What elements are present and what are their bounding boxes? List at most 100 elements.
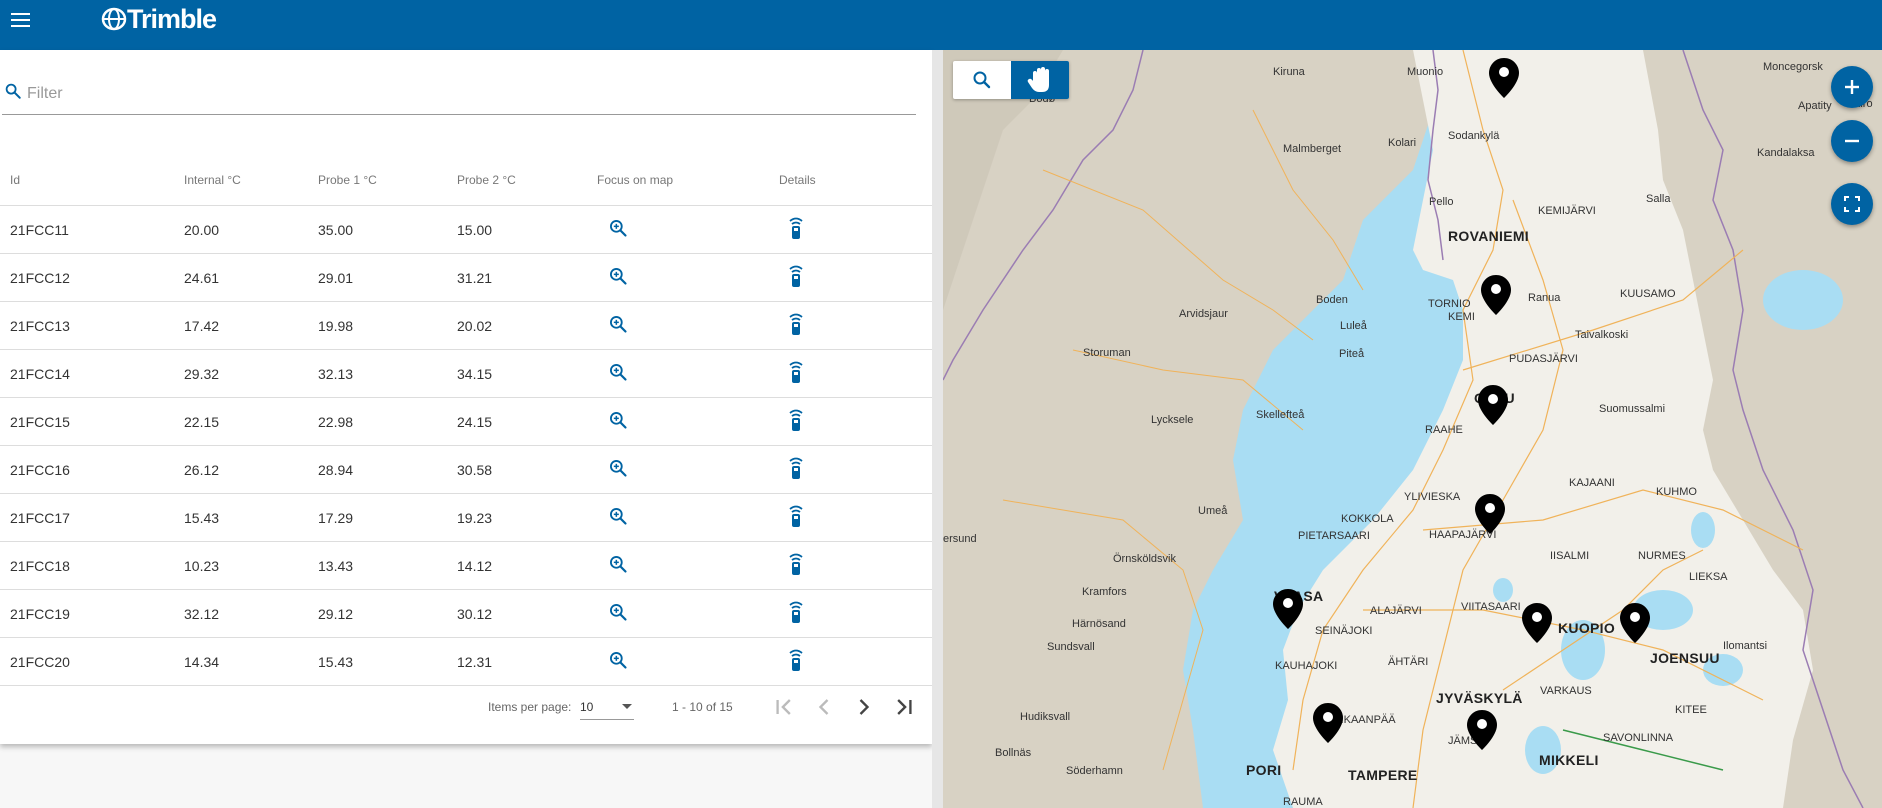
device-details-button[interactable] xyxy=(787,264,805,291)
cell-probe1: 22.98 xyxy=(318,397,457,446)
map-label: Moncegorsk xyxy=(1763,61,1823,73)
filter-field[interactable] xyxy=(2,78,916,115)
menu-icon[interactable] xyxy=(8,7,34,33)
map-label: Hudiksvall xyxy=(1020,711,1071,723)
cell-id: 21FCC11 xyxy=(0,205,184,254)
device-details-button[interactable] xyxy=(787,504,805,531)
map-label: TORNIO xyxy=(1428,298,1471,310)
cell-id: 21FCC18 xyxy=(0,541,184,590)
cell-probe1: 15.43 xyxy=(318,637,457,686)
map-label: Suomussalmi xyxy=(1599,403,1666,415)
cell-details xyxy=(779,205,932,254)
map-label: Bollnäs xyxy=(995,747,1032,759)
cell-focus xyxy=(597,349,779,398)
last-page-icon[interactable] xyxy=(890,693,918,721)
sensor-device-icon xyxy=(789,601,803,623)
focus-on-map-button[interactable] xyxy=(608,458,628,481)
location-pin-icon xyxy=(1475,494,1505,534)
map-marker[interactable] xyxy=(1478,385,1508,425)
device-details-button[interactable] xyxy=(787,648,805,675)
device-details-button[interactable] xyxy=(787,552,805,579)
map-label: RAUMA xyxy=(1283,796,1323,808)
column-header-id[interactable]: Id xyxy=(0,155,184,206)
cell-probe2: 31.21 xyxy=(457,253,597,302)
column-header-internal[interactable]: Internal °C xyxy=(184,155,318,206)
map-marker[interactable] xyxy=(1620,603,1650,643)
column-header-probe2[interactable]: Probe 2 °C xyxy=(457,155,597,206)
zoom-in-button[interactable] xyxy=(1831,66,1873,108)
filter-input[interactable] xyxy=(25,84,889,104)
map-label: Ilomantsi xyxy=(1723,640,1768,652)
first-page-icon[interactable] xyxy=(770,693,798,721)
focus-on-map-button[interactable] xyxy=(608,362,628,385)
map-marker[interactable] xyxy=(1467,710,1497,750)
device-details-button[interactable] xyxy=(787,360,805,387)
map-marker[interactable] xyxy=(1273,589,1303,629)
map-marker[interactable] xyxy=(1475,494,1505,534)
cell-probe1: 28.94 xyxy=(318,445,457,494)
map-label: KUOPIO xyxy=(1558,620,1616,636)
focus-on-map-button[interactable] xyxy=(608,602,628,625)
table-row: 21FCC11 20.00 35.00 15.00 xyxy=(0,205,932,254)
table-row: 21FCC14 29.32 32.13 34.15 xyxy=(0,349,932,398)
focus-on-map-button[interactable] xyxy=(608,218,628,241)
map-view[interactable]: Kiruna Muonio Moncegorsk Apatity Kiro Bo… xyxy=(943,50,1882,808)
column-header-probe1[interactable]: Probe 1 °C xyxy=(318,155,457,206)
sensor-device-icon xyxy=(789,265,803,287)
cell-probe1: 32.13 xyxy=(318,349,457,398)
map-label: Pello xyxy=(1429,196,1454,208)
zoom-in-icon xyxy=(610,316,627,333)
location-pin-icon xyxy=(1478,385,1508,425)
zoom-in-icon xyxy=(610,508,627,525)
map-label: Skellefteå xyxy=(1256,409,1305,421)
cell-internal: 17.42 xyxy=(184,301,318,350)
map-label: YLIVIESKA xyxy=(1404,491,1461,503)
focus-on-map-button[interactable] xyxy=(608,650,628,673)
device-details-button[interactable] xyxy=(787,312,805,339)
focus-on-map-button[interactable] xyxy=(608,314,628,337)
device-details-button[interactable] xyxy=(787,216,805,243)
next-page-icon[interactable] xyxy=(850,693,878,721)
map-search-button[interactable] xyxy=(953,61,1011,99)
zoom-in-icon xyxy=(610,604,627,621)
table-row: 21FCC12 24.61 29.01 31.21 xyxy=(0,253,932,302)
cell-probe1: 35.00 xyxy=(318,205,457,254)
search-icon xyxy=(5,83,21,99)
focus-on-map-button[interactable] xyxy=(608,410,628,433)
page-range-label: 1 - 10 of 15 xyxy=(672,700,733,714)
map-marker[interactable] xyxy=(1489,58,1519,98)
device-details-button[interactable] xyxy=(787,456,805,483)
map-label: NURMES xyxy=(1638,550,1686,562)
map-label: ALAJÄRVI xyxy=(1370,605,1422,617)
map-label: PORI xyxy=(1246,762,1282,778)
map-label: KITEE xyxy=(1675,704,1707,716)
cell-details xyxy=(779,301,932,350)
device-details-button[interactable] xyxy=(787,600,805,627)
panel-splitter[interactable] xyxy=(932,50,943,808)
focus-on-map-button[interactable] xyxy=(608,506,628,529)
fullscreen-button[interactable] xyxy=(1831,183,1873,225)
map-label: Luleå xyxy=(1340,320,1367,332)
table-row: 21FCC20 14.34 15.43 12.31 xyxy=(0,637,932,686)
zoom-out-button[interactable] xyxy=(1831,120,1873,162)
map-label: KEMI xyxy=(1448,311,1475,323)
cell-probe1: 13.43 xyxy=(318,541,457,590)
page-size-select[interactable]: 10 xyxy=(580,695,634,720)
cell-id: 21FCC13 xyxy=(0,301,184,350)
map-label: Sodankylä xyxy=(1448,130,1500,142)
map-label: Boden xyxy=(1316,294,1348,306)
map-label: JYVÄSKYLÄ xyxy=(1436,690,1523,706)
focus-on-map-button[interactable] xyxy=(608,266,628,289)
map-marker[interactable] xyxy=(1481,275,1511,315)
device-details-button[interactable] xyxy=(787,408,805,435)
map-marker[interactable] xyxy=(1522,603,1552,643)
map-label: Örnsköldsvik xyxy=(1113,553,1176,565)
cell-details xyxy=(779,493,932,542)
map-marker[interactable] xyxy=(1313,703,1343,743)
focus-on-map-button[interactable] xyxy=(608,554,628,577)
table-row: 21FCC16 26.12 28.94 30.58 xyxy=(0,445,932,494)
previous-page-icon[interactable] xyxy=(810,693,838,721)
map-pan-button[interactable] xyxy=(1011,61,1069,99)
cell-focus xyxy=(597,541,779,590)
map-label: Ranua xyxy=(1528,292,1561,304)
